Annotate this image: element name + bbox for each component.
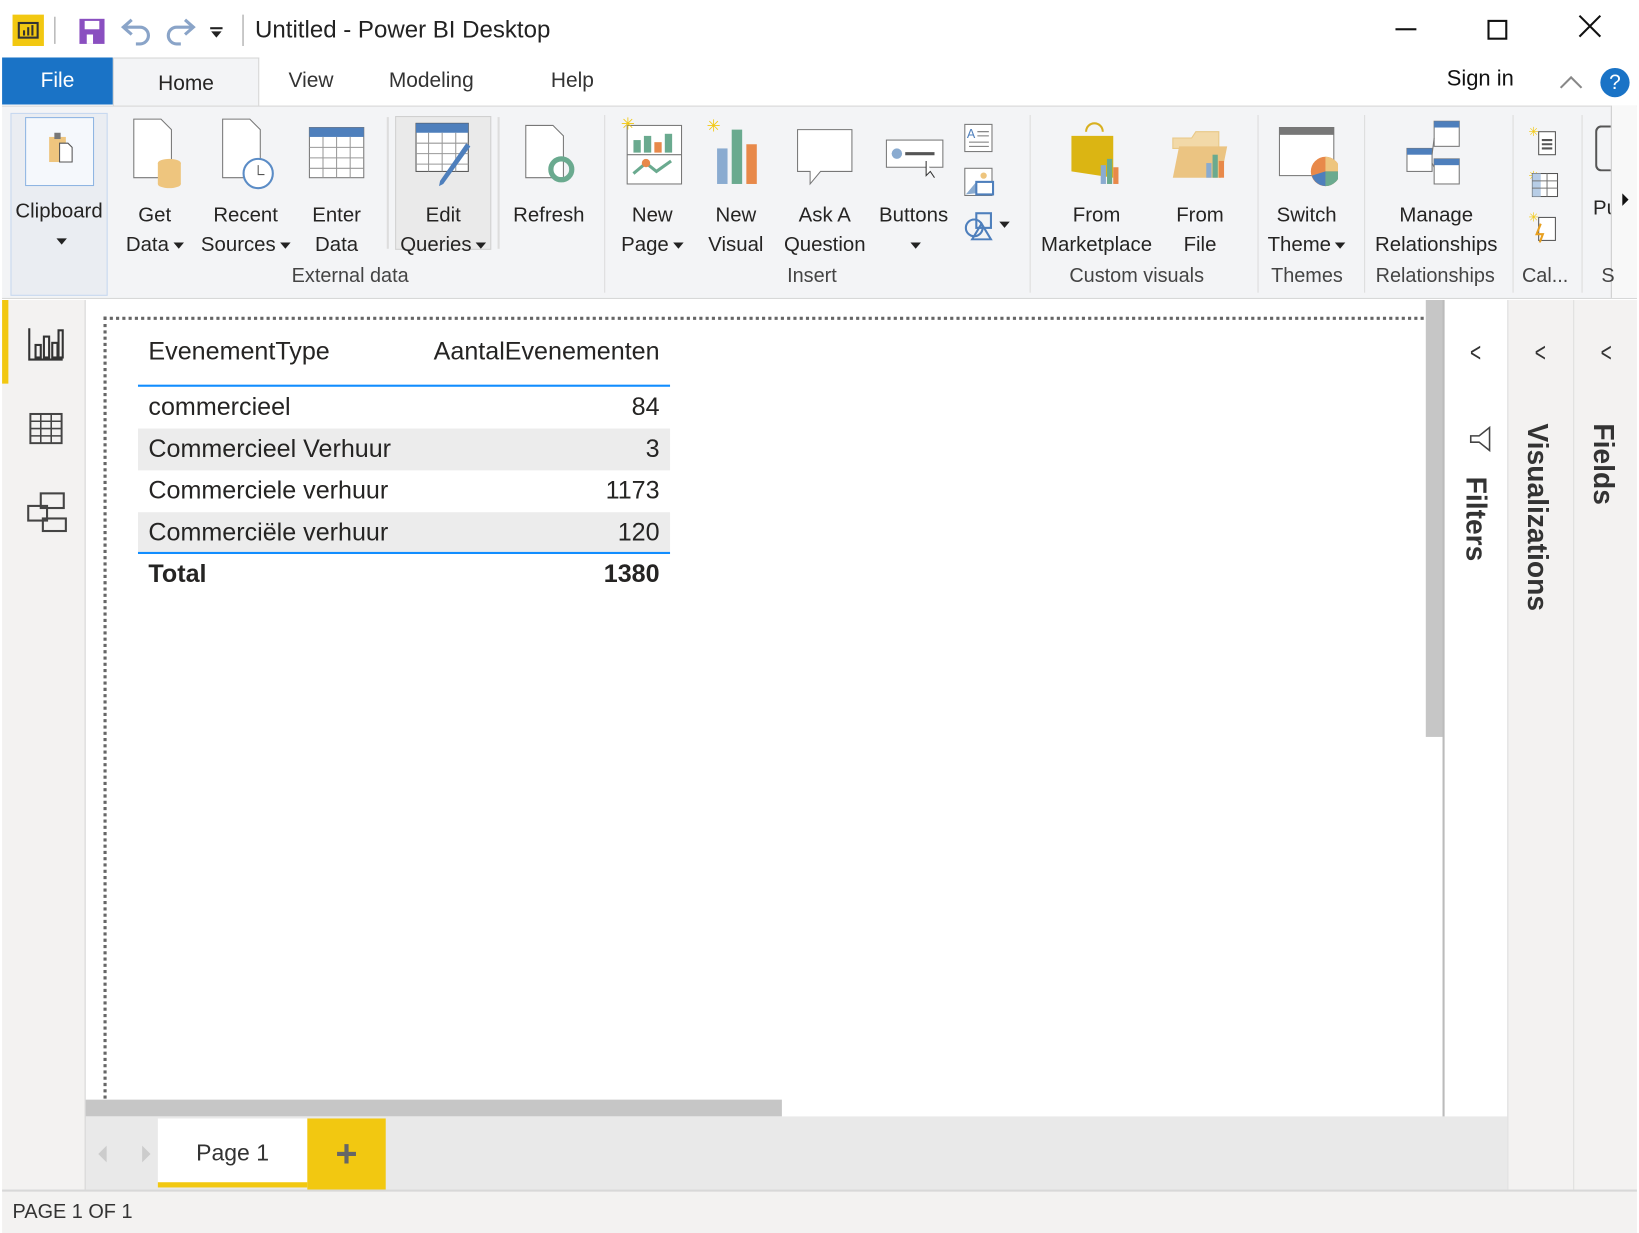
folder-icon — [1172, 131, 1228, 178]
undo-icon[interactable] — [119, 17, 152, 51]
fields-label[interactable]: Fields — [1587, 423, 1619, 505]
text-box-icon[interactable]: A — [964, 123, 993, 157]
page-tab-page-1[interactable]: Page 1 — [157, 1118, 308, 1188]
relationships-icon — [1406, 120, 1460, 185]
recent-sources-icon — [222, 118, 274, 190]
tab-view[interactable]: View — [289, 69, 334, 93]
group-relationships: Relationships — [1375, 265, 1495, 288]
minimize-button[interactable] — [1395, 28, 1417, 31]
expand-filters-icon[interactable]: < — [1470, 337, 1481, 369]
group-share-partial: S — [1601, 265, 1615, 288]
shapes-icon[interactable] — [964, 211, 1012, 245]
table-visual[interactable]: EvenementType AantalEvenementen commerci… — [137, 332, 671, 595]
window-title: Untitled - Power BI Desktop — [255, 15, 551, 43]
group-themes: Themes — [1271, 265, 1343, 288]
save-icon[interactable] — [78, 18, 105, 50]
data-view-icon[interactable] — [29, 412, 63, 450]
clipboard-button[interactable]: Clipboard — [10, 117, 107, 255]
from-file-button[interactable]: From File — [1164, 117, 1235, 259]
get-data-icon — [133, 118, 181, 189]
sign-in-link[interactable]: Sign in — [1447, 67, 1514, 92]
table-total-row: Total 1380 — [148, 560, 660, 589]
svg-text:✳: ✳ — [707, 117, 721, 136]
recent-sources-button[interactable]: Recent Sources — [199, 117, 293, 259]
filters-label[interactable]: Filters — [1459, 477, 1491, 562]
image-icon[interactable] — [964, 167, 995, 204]
table-row: Commerciële verhuur 120 — [137, 512, 671, 555]
refresh-icon — [525, 124, 575, 183]
switch-theme-button[interactable]: Switch Theme — [1263, 117, 1351, 259]
expand-fields-icon[interactable]: < — [1601, 337, 1612, 369]
svg-text:✳: ✳ — [621, 117, 635, 134]
speech-bubble-icon — [797, 129, 853, 186]
group-custom-visuals: Custom visuals — [1069, 265, 1205, 288]
group-calculations: Cal... — [1521, 265, 1569, 288]
theme-icon — [1278, 127, 1338, 187]
redo-icon[interactable] — [164, 17, 197, 51]
buttons-button[interactable]: Buttons — [876, 117, 951, 259]
add-page-button[interactable]: + — [307, 1118, 386, 1190]
enter-data-icon — [308, 127, 365, 179]
maximize-button[interactable] — [1487, 19, 1508, 40]
tab-file[interactable]: File — [2, 57, 113, 105]
manage-relationships-button[interactable]: Manage Relationships — [1371, 117, 1501, 259]
from-marketplace-button[interactable]: From Marketplace — [1039, 117, 1154, 259]
table-row: commercieel 84 — [148, 393, 660, 422]
svg-text:✳: ✳ — [1528, 125, 1538, 139]
new-visual-icon: ✳ — [707, 117, 757, 184]
help-button[interactable]: ? — [1600, 67, 1630, 98]
status-bar-page-count: PAGE 1 OF 1 — [2, 1189, 1637, 1233]
clipboard-icon — [24, 117, 94, 187]
svg-text:A: A — [967, 127, 976, 141]
new-quick-measure-icon[interactable]: ✳ — [1528, 209, 1559, 248]
tab-help[interactable]: Help — [551, 69, 594, 93]
tab-modeling[interactable]: Modeling — [389, 69, 474, 93]
refresh-button[interactable]: Refresh — [512, 117, 585, 230]
ask-a-question-button[interactable]: Ask A Question — [780, 117, 870, 259]
model-view-icon[interactable] — [26, 491, 68, 538]
group-external-data: External data — [291, 265, 409, 288]
tab-home[interactable]: Home — [112, 57, 260, 107]
page-scroll-left-icon[interactable] — [96, 1145, 109, 1168]
report-view-icon[interactable] — [27, 326, 65, 367]
group-insert: Insert — [787, 265, 837, 288]
new-column-icon[interactable]: ✳ — [1528, 167, 1559, 204]
table-row: Commercieel Verhuur 3 — [137, 428, 671, 471]
new-page-button[interactable]: ✳ New Page — [619, 117, 686, 259]
enter-data-button[interactable]: Enter Data — [305, 117, 368, 259]
new-measure-icon[interactable]: ✳ — [1528, 123, 1559, 162]
filter-funnel-icon — [1467, 425, 1494, 457]
ribbon-scroll-right-icon[interactable] — [1610, 105, 1637, 298]
collapse-ribbon-icon[interactable] — [1559, 73, 1584, 95]
column-header-aantalevenementen[interactable]: AantalEvenementen — [434, 332, 660, 372]
svg-text:✳: ✳ — [1528, 211, 1538, 225]
page-scroll-right-icon[interactable] — [140, 1145, 153, 1168]
close-button[interactable] — [1578, 14, 1602, 43]
new-visual-button[interactable]: ✳ New Visual — [705, 117, 768, 259]
new-page-icon: ✳ — [621, 117, 683, 185]
button-icon — [885, 139, 944, 178]
expand-visualizations-icon[interactable]: < — [1535, 337, 1546, 369]
get-data-button[interactable]: Get Data — [123, 117, 186, 259]
vertical-scrollbar[interactable] — [1425, 300, 1443, 737]
column-header-evenementtype[interactable]: EvenementType — [148, 338, 329, 366]
quick-access-dropdown-icon[interactable] — [210, 25, 223, 44]
marketplace-bag-icon — [1071, 122, 1119, 184]
edit-queries-button[interactable]: Edit Queries — [395, 117, 491, 259]
table-header: EvenementType AantalEvenementen — [137, 332, 671, 387]
edit-queries-icon — [415, 122, 471, 187]
horizontal-scrollbar[interactable] — [85, 1099, 782, 1117]
app-logo — [12, 14, 44, 46]
visualizations-label[interactable]: Visualizations — [1521, 423, 1553, 611]
table-row: Commerciele verhuur 1173 — [148, 476, 660, 505]
